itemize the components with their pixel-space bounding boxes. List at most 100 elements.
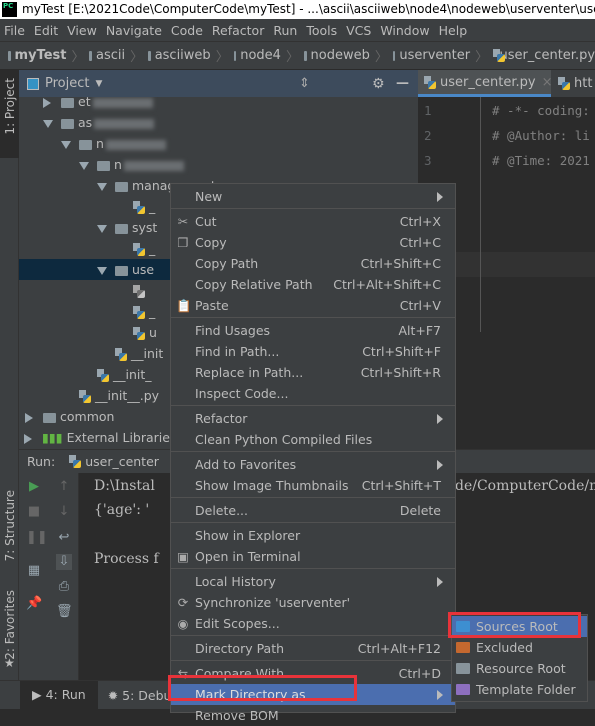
run-tool-button[interactable]: ▶ 4: Run: [20, 681, 98, 709]
stop-icon[interactable]: ■: [26, 504, 42, 520]
console-line-right: de/ComputerCode/my: [455, 478, 595, 494]
folder-icon: [115, 181, 128, 192]
menu-vcs[interactable]: VCS: [346, 23, 371, 38]
project-title[interactable]: Project: [45, 76, 89, 91]
chevron-down-icon[interactable]: [61, 140, 71, 149]
menu-navigate[interactable]: Navigate: [106, 23, 162, 38]
line-number: 2: [424, 128, 432, 143]
menu-item-paste[interactable]: 📋 Paste Ctrl+V: [171, 295, 455, 316]
submenu-item-template-folder[interactable]: Template Folder: [452, 679, 587, 700]
menu-item-refactor[interactable]: Refactor: [171, 408, 455, 429]
menu-item-inspect-code[interactable]: Inspect Code...: [171, 383, 455, 404]
menu-item-replace-in-path[interactable]: Replace in Path... Ctrl+Shift+R: [171, 362, 455, 383]
chevron-down-icon[interactable]: [97, 182, 107, 191]
collapse-all-icon[interactable]: ⇕: [299, 76, 310, 91]
menu-shortcut: Ctrl+D: [398, 666, 441, 681]
menu-item-show-in-explorer[interactable]: Show in Explorer: [171, 525, 455, 546]
submenu-item-excluded[interactable]: Excluded: [452, 637, 587, 658]
gutter-line: [480, 97, 481, 332]
soft-wrap-icon[interactable]: ↩: [56, 530, 72, 546]
submenu-item-resource-root[interactable]: Resource Root: [452, 658, 587, 679]
title-bar: PC myTest [E:\2021Code\ComputerCode\myTe…: [0, 0, 595, 19]
project-tool-tab[interactable]: 1: Project: [0, 70, 19, 158]
chevron-down-icon[interactable]: [79, 161, 89, 170]
tree-node-label: __init: [131, 346, 164, 361]
menu-view[interactable]: View: [67, 23, 97, 38]
menu-item-add-to-favorites[interactable]: Add to Favorites: [171, 454, 455, 475]
gear-icon[interactable]: ⚙: [372, 76, 385, 92]
menu-item-show-image-thumbnails[interactable]: Show Image Thumbnails Ctrl+Shift+T: [171, 475, 455, 496]
chevron-right-icon[interactable]: [43, 97, 51, 108]
arrow-down-icon[interactable]: ↓: [56, 504, 72, 520]
tree-node[interactable]: n: [19, 154, 418, 175]
tab-user-center[interactable]: user_center.py ×: [418, 70, 553, 97]
arrow-up-icon[interactable]: ↑: [56, 479, 72, 495]
menu-help[interactable]: Help: [439, 23, 468, 38]
chevron-right-icon[interactable]: [24, 433, 32, 444]
menu-refactor[interactable]: Refactor: [212, 23, 264, 38]
menu-shortcut: Alt+F7: [398, 323, 441, 338]
menu-shortcut: Ctrl+Shift+T: [361, 478, 441, 493]
chevron-down-icon[interactable]: [97, 266, 107, 275]
html-file-icon: [133, 285, 145, 298]
menu-item-remove-bom[interactable]: Remove BOM: [171, 705, 455, 726]
pause-icon[interactable]: ❚❚: [26, 530, 48, 546]
breadcrumb-item[interactable]: userventer: [399, 48, 470, 63]
breadcrumb-item[interactable]: node4: [240, 48, 281, 63]
run-tab-user-center[interactable]: user_center: [85, 454, 159, 469]
menu-shortcut: Ctrl+Shift+F: [362, 344, 441, 359]
menu-item-new[interactable]: New: [171, 186, 455, 207]
libraries-icon: ▮▮▮: [42, 430, 63, 445]
menu-item-clean-python-compiled-files[interactable]: Clean Python Compiled Files: [171, 429, 455, 450]
menu-item-open-in-terminal[interactable]: ▣ Open in Terminal: [171, 546, 455, 567]
breadcrumb-item[interactable]: ascii: [96, 48, 125, 63]
pin-icon[interactable]: 📌: [26, 596, 42, 612]
redacted: [123, 160, 184, 171]
menu-item-label: Show Image Thumbnails: [195, 478, 349, 493]
submenu-item-label: Resource Root: [476, 661, 566, 676]
print-icon[interactable]: ⎙: [56, 579, 72, 595]
menu-item-delete[interactable]: Delete... Delete: [171, 500, 455, 521]
structure-tool-tab[interactable]: 7: Structure: [3, 490, 17, 561]
breadcrumb-item[interactable]: asciiweb: [155, 48, 211, 63]
menu-item-local-history[interactable]: Local History: [171, 571, 455, 592]
menu-item-copy-relative-path[interactable]: Copy Relative Path Ctrl+Alt+Shift+C: [171, 274, 455, 295]
menu-window[interactable]: Window: [380, 23, 429, 38]
menu-item-find-in-path[interactable]: Find in Path... Ctrl+Shift+F: [171, 341, 455, 362]
menu-item-find-usages[interactable]: Find Usages Alt+F7: [171, 320, 455, 341]
menu-shortcut: Ctrl+C: [399, 235, 441, 250]
favorites-tool-tab[interactable]: 2: Favorites: [3, 590, 17, 660]
menu-run[interactable]: Run: [273, 23, 297, 38]
menu-item-copy-path[interactable]: Copy Path Ctrl+Shift+C: [171, 253, 455, 274]
menu-code[interactable]: Code: [171, 23, 203, 38]
breadcrumb-file[interactable]: user_center.py: [499, 48, 595, 63]
menu-item-cut[interactable]: ✂ Cut Ctrl+X: [171, 211, 455, 232]
chevron-down-icon[interactable]: ▼: [95, 79, 102, 89]
tree-node[interactable]: n: [19, 133, 418, 154]
run-label: Run:: [27, 454, 56, 469]
menu-file[interactable]: File: [4, 23, 25, 38]
layout-icon[interactable]: ▦: [26, 563, 42, 579]
console-line: D:\Instal: [94, 478, 155, 494]
scroll-to-end-icon[interactable]: ⇩: [56, 554, 72, 570]
menu-item-copy[interactable]: ❐ Copy Ctrl+C: [171, 232, 455, 253]
hide-icon[interactable]: —: [396, 76, 409, 91]
close-icon[interactable]: ×: [542, 75, 553, 90]
menu-item-edit-scopes[interactable]: ◉ Edit Scopes...: [171, 613, 455, 634]
menu-item-directory-path[interactable]: Directory Path Ctrl+Alt+F12: [171, 638, 455, 659]
tab-htt[interactable]: htt: [558, 70, 592, 97]
menu-edit[interactable]: Edit: [34, 23, 58, 38]
submenu-arrow-icon: [437, 460, 443, 470]
tree-node[interactable]: as: [19, 112, 418, 133]
chevron-down-icon[interactable]: [43, 119, 53, 128]
menu-item-synchronize-userventer[interactable]: ⟳ Synchronize 'userventer': [171, 592, 455, 613]
rerun-icon[interactable]: ▶: [26, 479, 42, 495]
chevron-right-icon[interactable]: [25, 412, 33, 423]
menu-tools[interactable]: Tools: [306, 23, 337, 38]
chevron-down-icon[interactable]: [97, 224, 107, 233]
breadcrumb-item[interactable]: nodeweb: [311, 48, 370, 63]
folder-icon: [456, 684, 470, 695]
tree-node[interactable]: et: [19, 97, 418, 112]
trash-icon[interactable]: 🗑: [56, 604, 73, 620]
breadcrumb-root[interactable]: myTest: [15, 48, 67, 63]
